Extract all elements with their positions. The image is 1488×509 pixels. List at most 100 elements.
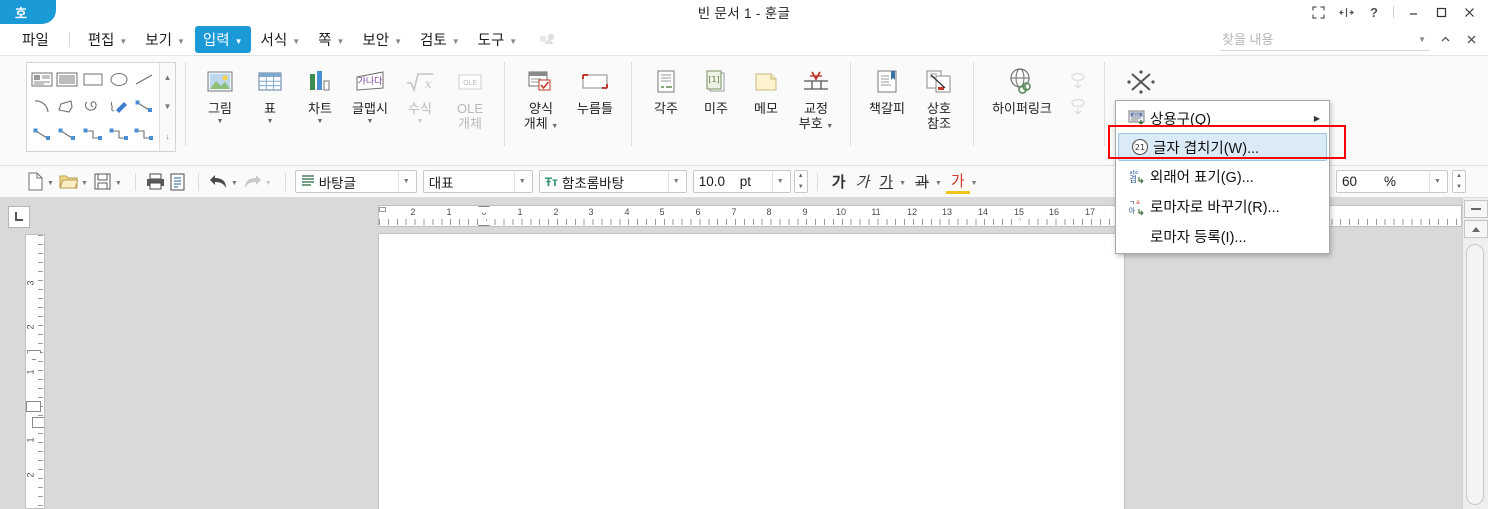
open-document-icon[interactable] — [58, 171, 80, 193]
menu-item-tools[interactable]: 도구 ▼ — [470, 26, 526, 53]
search-close-icon[interactable] — [1458, 28, 1484, 50]
stepper-up-icon[interactable]: ▲ — [798, 173, 804, 179]
insert-wordart-button[interactable]: 가나다 글맵시 ▼ — [345, 56, 395, 126]
stepper-down-icon[interactable]: ▼ — [1456, 184, 1462, 190]
menu-item-review[interactable]: 검토 ▼ — [412, 26, 468, 53]
search-box[interactable]: ▼ — [1220, 29, 1430, 51]
menu-item-format[interactable]: 서식 ▼ — [253, 26, 309, 53]
insert-memo-button[interactable]: 메모 — [741, 56, 791, 117]
strikethrough-button[interactable]: 과 — [910, 171, 934, 192]
chevron-down-icon[interactable]: ▼ — [667, 171, 684, 192]
chevron-down-icon[interactable]: ▼ — [826, 123, 833, 130]
chevron-down-icon[interactable]: ▼ — [231, 180, 238, 187]
print-icon[interactable] — [145, 171, 167, 193]
menu-item-overlap-char[interactable]: 21 글자 겹치기(W)... — [1118, 133, 1327, 161]
new-document-icon[interactable] — [24, 171, 46, 193]
italic-button[interactable]: 가 — [851, 171, 875, 192]
shape-curve-icon[interactable] — [80, 93, 106, 120]
menu-item-file[interactable]: 파일 — [14, 26, 57, 53]
chevron-down-icon[interactable]: ▼ — [1428, 171, 1445, 192]
chevron-down-icon[interactable]: ▼ — [267, 118, 274, 126]
menu-item-glossary[interactable]: abc 상용구(Q) ▶ — [1116, 103, 1329, 133]
shape-arc-icon[interactable] — [29, 93, 55, 120]
menu-item-loanword[interactable]: abc 겹 외래어 표기(G)... — [1116, 161, 1329, 191]
scroll-collapse-icon[interactable] — [1463, 200, 1488, 218]
stepper-down-icon[interactable]: ▼ — [798, 184, 804, 190]
insert-picture-button[interactable]: 그림 ▼ — [195, 56, 245, 126]
shapes-scrollbar[interactable]: ▲ ▼ ↓ — [159, 63, 175, 151]
insert-endnote-button[interactable]: [1] 미주 — [691, 56, 741, 117]
vertical-scrollbar[interactable] — [1462, 198, 1488, 509]
save-document-icon[interactable] — [92, 171, 114, 193]
document-page[interactable]: 가 — [379, 234, 1124, 509]
font-size-stepper[interactable]: ▲ ▼ — [793, 170, 808, 193]
scroll-up-icon[interactable] — [1463, 220, 1488, 238]
font-family-combo[interactable]: Ŧт 함초롬바탕 ▼ — [538, 170, 687, 193]
chevron-down-icon[interactable]: ▼ — [971, 180, 978, 187]
chevron-down-icon[interactable]: ▼ — [1418, 35, 1426, 44]
shape-ellipse-icon[interactable] — [106, 66, 132, 93]
form-object-button[interactable]: 양식 개체 ▼ — [514, 56, 568, 132]
shape-arrow-connector-icon[interactable] — [29, 121, 55, 148]
menu-item-security[interactable]: 보안 ▼ — [354, 26, 410, 53]
menu-item-page[interactable]: 쪽 ▼ — [310, 26, 352, 53]
chevron-down-icon[interactable]: ▼ — [217, 118, 224, 126]
char-style-combo[interactable]: 대표 ▼ — [422, 170, 533, 193]
search-input[interactable] — [1220, 31, 1400, 48]
insert-field-button[interactable]: 누름틀 — [568, 56, 622, 117]
chevron-down-icon[interactable]: ▼ — [397, 171, 414, 192]
stepper-up-icon[interactable]: ▲ — [1456, 173, 1462, 179]
undo-icon[interactable] — [208, 171, 230, 193]
crossref-button[interactable]: 상호 참조 — [914, 56, 964, 132]
ribbon-collapse-icon[interactable] — [1432, 28, 1458, 50]
zoom-stepper[interactable]: ▲ ▼ — [1452, 170, 1466, 193]
shapes-more-icon[interactable]: ↓ — [166, 132, 170, 141]
chevron-down-icon[interactable]: ▼ — [771, 171, 788, 192]
scroll-down-icon[interactable]: ▼ — [164, 102, 172, 111]
help-icon[interactable]: ? — [1361, 1, 1387, 23]
input-assistant-dropdown[interactable]: abc 상용구(Q) ▶ 21 글자 겹치기(W)... abc 겹 외래어 표기… — [1115, 100, 1330, 254]
shape-connector-icon[interactable] — [131, 93, 157, 120]
menu-item-edit[interactable]: 편집 ▼ — [80, 26, 136, 53]
bookmark-button[interactable]: 책갈피 — [860, 56, 914, 117]
menu-item-to-roman[interactable]: ㄱa아 로마자로 바꾸기(R)... — [1116, 191, 1329, 221]
vertical-margin-marker-top[interactable] — [26, 401, 41, 412]
menu-item-input[interactable]: 입력 ▼ — [194, 26, 251, 53]
expand-icon[interactable] — [1305, 1, 1331, 23]
bold-button[interactable]: 가 — [827, 171, 851, 192]
chevron-down-icon[interactable]: ▼ — [47, 180, 54, 187]
vertical-margin-marker-bottom[interactable] — [32, 417, 44, 428]
insert-chart-button[interactable]: 차트 ▼ — [295, 56, 345, 126]
split-view-icon[interactable] — [1333, 1, 1359, 23]
shapes-gallery[interactable]: ▲ ▼ ↓ — [26, 62, 176, 152]
vertical-ruler[interactable]: 3 2 1 1 2 3 — [25, 234, 45, 509]
proofmark-button[interactable]: 교정 부호 ▼ — [791, 56, 841, 132]
chevron-down-icon[interactable]: ▼ — [513, 171, 530, 192]
tab-type-selector[interactable] — [8, 206, 30, 228]
print-preview-icon[interactable] — [167, 171, 189, 193]
shape-barcode-icon[interactable] — [55, 66, 81, 93]
minimize-icon[interactable] — [1400, 1, 1426, 23]
shape-elbow-double-arrow-icon[interactable] — [131, 121, 157, 148]
scrollbar-thumb[interactable] — [1466, 244, 1484, 505]
indent-marker-top[interactable] — [478, 206, 490, 215]
zoom-combo[interactable]: 60 % ▼ — [1336, 170, 1448, 193]
font-size-combo[interactable]: 10.0 pt ▼ — [692, 170, 791, 193]
paragraph-style-combo[interactable]: 바탕글 ▼ — [294, 170, 417, 193]
user-group-icon[interactable] — [537, 32, 559, 48]
shape-elbow-arrow-icon[interactable] — [106, 121, 132, 148]
chevron-down-icon[interactable]: ▼ — [935, 180, 942, 187]
shape-elbow-connector-icon[interactable] — [80, 121, 106, 148]
chevron-down-icon[interactable]: ▼ — [551, 123, 558, 130]
chevron-down-icon[interactable]: ▼ — [81, 180, 88, 187]
chevron-down-icon[interactable]: ▼ — [367, 118, 374, 126]
shape-freedraw-icon[interactable] — [106, 93, 132, 120]
hyperlink-button[interactable]: 하이퍼링크 — [983, 56, 1061, 117]
menu-item-register-roman[interactable]: 로마자 등록(I)... — [1116, 221, 1329, 251]
shape-line-icon[interactable] — [131, 66, 157, 93]
shape-polygon-icon[interactable] — [55, 93, 81, 120]
chevron-down-icon[interactable]: ▼ — [115, 180, 122, 187]
chevron-down-icon[interactable]: ▼ — [317, 118, 324, 126]
menu-item-view[interactable]: 보기 ▼ — [137, 26, 193, 53]
maximize-icon[interactable] — [1428, 1, 1454, 23]
